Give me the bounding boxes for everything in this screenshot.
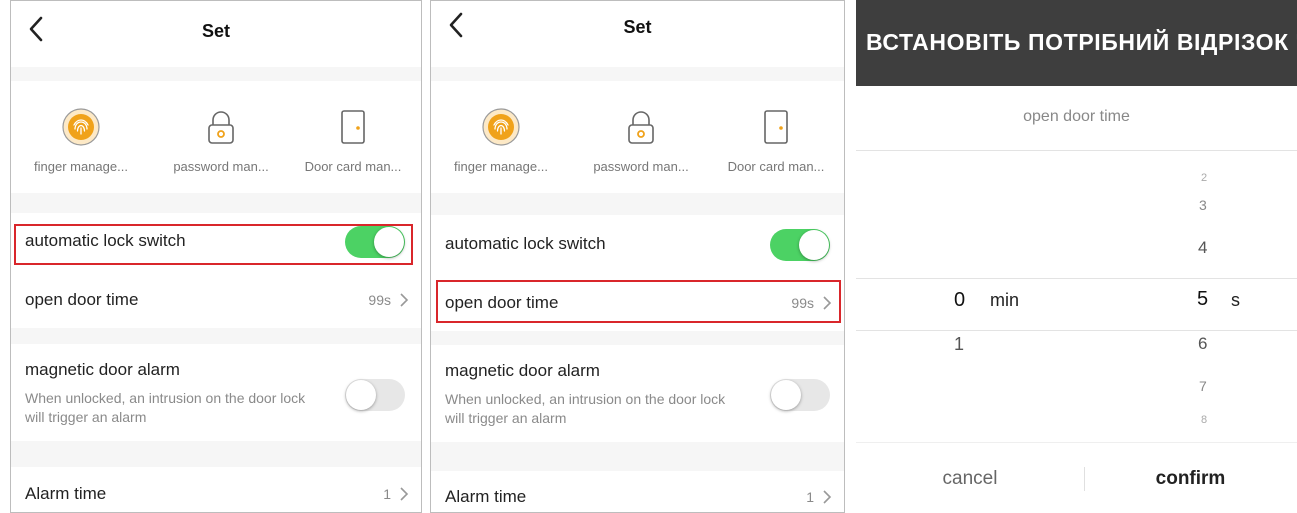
magnetic-alarm-label: magnetic door alarm — [25, 360, 180, 379]
automatic-lock-label: automatic lock switch — [445, 234, 606, 253]
door-card-manage-shortcut[interactable]: Door card man... — [706, 81, 844, 193]
page-title: Set — [201, 21, 230, 41]
settings-panel-1: Set finger manage... password man... Doo… — [10, 0, 422, 513]
finger-manage-shortcut[interactable]: finger manage... — [11, 81, 151, 193]
shortcut-card: finger manage... password man... Door ca… — [11, 81, 421, 193]
minutes-option[interactable]: 1 — [954, 334, 964, 355]
seconds-option[interactable]: 8 — [1201, 414, 1207, 426]
open-door-time-row[interactable]: open door time 99s — [431, 273, 844, 331]
automatic-lock-row: automatic lock switch — [11, 213, 421, 270]
chevron-right-icon — [823, 296, 832, 310]
magnetic-alarm-row: magnetic door alarm When unlocked, an in… — [431, 345, 844, 442]
toggle-knob — [374, 227, 404, 257]
chevron-right-icon — [823, 490, 832, 504]
door-icon — [341, 110, 365, 144]
picker-header-title: ВСТАНОВІТЬ ПОТРІБНИЙ ВІДРІЗОК ЧАСУ — [866, 29, 1297, 55]
picker-title: open door time — [1023, 108, 1130, 125]
page-title: Set — [623, 17, 652, 37]
door-card-manage-shortcut[interactable]: Door card man... — [283, 81, 421, 193]
alarm-time-label: Alarm time — [445, 487, 527, 506]
shortcut-card: finger manage... password man... Door ca… — [431, 81, 844, 193]
time-picker-panel: ВСТАНОВІТЬ ПОТРІБНИЙ ВІДРІЗОК ЧАСУ open … — [856, 0, 1297, 513]
seconds-option[interactable]: 2 — [1201, 172, 1207, 184]
toggle-knob — [799, 230, 829, 260]
cancel-button[interactable]: cancel — [856, 443, 1084, 513]
alarm-time-label: Alarm time — [25, 484, 107, 503]
settings-panel-2: Set finger manage... password man... Doo… — [430, 0, 845, 513]
alarm-time-row[interactable]: Alarm time 1 — [431, 471, 844, 512]
magnetic-alarm-description: When unlocked, an intrusion on the door … — [25, 390, 306, 425]
minutes-selected-value[interactable]: 0 — [954, 289, 965, 312]
lock-icon — [208, 111, 234, 144]
open-door-time-value: 99s — [368, 292, 391, 308]
selection-line-bottom — [856, 330, 1297, 331]
toggle-knob — [771, 380, 801, 410]
password-manage-shortcut[interactable]: password man... — [151, 81, 291, 193]
magnetic-alarm-row: magnetic door alarm When unlocked, an in… — [11, 344, 421, 441]
picker-header: ВСТАНОВІТЬ ПОТРІБНИЙ ВІДРІЗОК ЧАСУ — [856, 0, 1297, 86]
alarm-time-value: 1 — [383, 486, 391, 502]
open-door-time-label: open door time — [25, 290, 139, 309]
magnetic-alarm-label: magnetic door alarm — [445, 361, 600, 380]
fingerprint-icon — [62, 108, 100, 146]
automatic-lock-toggle[interactable] — [345, 226, 405, 258]
shortcut-label: Door card man... — [727, 159, 825, 174]
shortcut-label: finger manage... — [34, 159, 128, 174]
seconds-option[interactable]: 6 — [1198, 334, 1207, 354]
automatic-lock-row: automatic lock switch — [431, 215, 844, 273]
magnetic-alarm-description: When unlocked, an intrusion on the door … — [445, 391, 726, 426]
shortcut-label: password man... — [593, 159, 689, 174]
alarm-time-row[interactable]: Alarm time 1 — [11, 467, 421, 512]
time-wheel[interactable]: 0 min 1 2 3 4 5 s 6 7 8 — [856, 150, 1297, 442]
selection-line-top — [856, 278, 1297, 279]
open-door-time-value: 99s — [791, 295, 814, 311]
fingerprint-icon — [482, 108, 520, 146]
app-header: Set — [11, 1, 421, 67]
toggle-knob — [346, 380, 376, 410]
seconds-option[interactable]: 4 — [1198, 238, 1207, 258]
open-door-time-row[interactable]: open door time 99s — [11, 270, 421, 328]
magnetic-alarm-toggle[interactable] — [345, 379, 405, 411]
alarm-time-value: 1 — [806, 489, 814, 505]
automatic-lock-label: automatic lock switch — [25, 231, 186, 250]
shortcut-label: password man... — [173, 159, 269, 174]
divider — [856, 150, 1297, 151]
chevron-right-icon — [400, 293, 409, 307]
picker-footer: cancel confirm — [856, 442, 1297, 513]
shortcut-label: finger manage... — [454, 159, 548, 174]
open-door-time-label: open door time — [445, 293, 559, 312]
app-header: Set — [431, 1, 844, 67]
minutes-unit: min — [990, 290, 1020, 310]
password-manage-shortcut[interactable]: password man... — [571, 81, 711, 193]
seconds-option[interactable]: 7 — [1199, 378, 1207, 394]
lock-icon — [628, 111, 654, 144]
automatic-lock-toggle[interactable] — [770, 229, 830, 261]
seconds-selected-value[interactable]: 5 — [1197, 288, 1208, 311]
finger-manage-shortcut[interactable]: finger manage... — [431, 81, 571, 193]
seconds-option[interactable]: 3 — [1199, 197, 1207, 213]
magnetic-alarm-toggle[interactable] — [770, 379, 830, 411]
seconds-unit: s — [1231, 290, 1240, 310]
shortcut-label: Door card man... — [304, 159, 402, 174]
door-icon — [764, 110, 788, 144]
chevron-right-icon — [400, 487, 409, 501]
confirm-button[interactable]: confirm — [1084, 443, 1297, 513]
